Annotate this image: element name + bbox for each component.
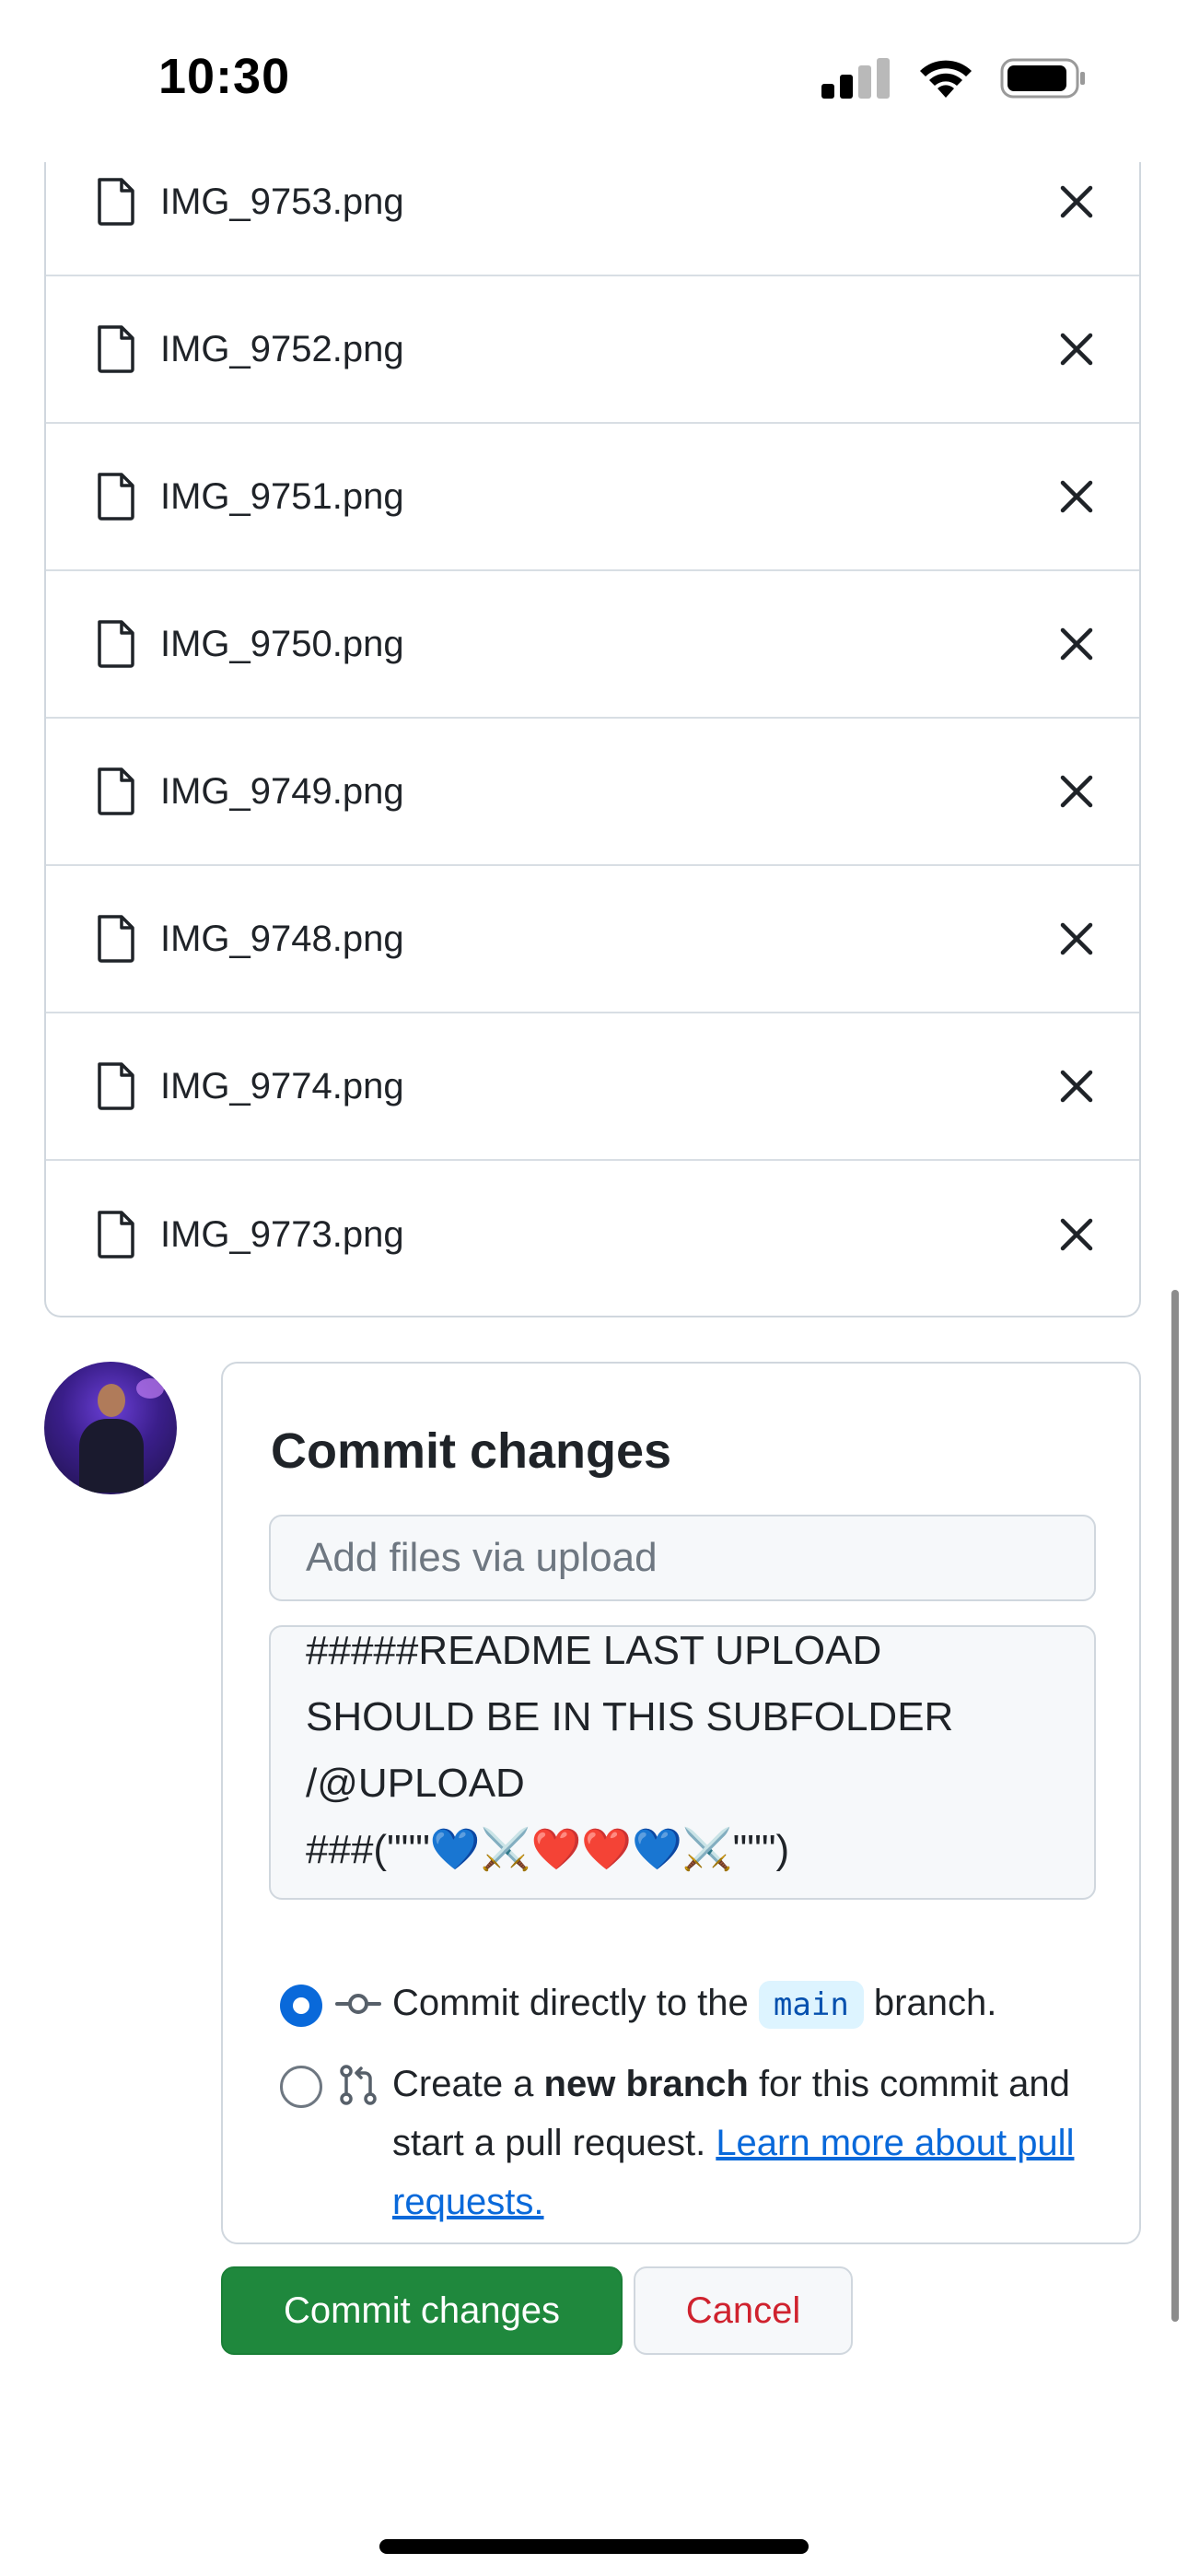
git-pull-request-icon (340, 2065, 377, 2105)
git-commit-icon (335, 1994, 381, 2014)
file-icon (98, 178, 134, 226)
page-scrollbar[interactable] (1171, 1290, 1179, 2322)
commit-direct-suffix: branch. (873, 1983, 997, 2023)
cellular-signal-icon (821, 58, 890, 99)
description-line: /@UPLOAD (306, 1761, 525, 1806)
remove-file-icon[interactable] (1057, 182, 1096, 221)
status-icons (821, 57, 1087, 100)
description-line: ###("""💙⚔️❤️❤️💙⚔️""") (306, 1827, 790, 1872)
avatar-body (79, 1419, 144, 1493)
new-branch-bold: new branch (543, 2064, 749, 2104)
commit-direct-text: Commit directly to the main branch. (392, 1973, 1129, 2034)
commit-direct-option[interactable]: Commit directly to the main branch. (280, 1973, 1109, 2032)
remove-file-icon[interactable] (1057, 919, 1096, 958)
status-time: 10:30 (158, 49, 291, 104)
remove-file-icon[interactable] (1057, 625, 1096, 663)
commit-description-textarea[interactable]: #####README LAST UPLOAD SHOULD BE IN THI… (269, 1625, 1096, 1900)
new-branch-option[interactable]: Create a new branch for this commit and … (280, 2055, 1109, 2239)
file-row: IMG_9751.png (46, 424, 1139, 571)
file-icon (98, 1062, 134, 1110)
file-row: IMG_9774.png (46, 1013, 1139, 1161)
new-branch-prefix: Create a (392, 2064, 534, 2104)
commit-direct-radio[interactable] (280, 1985, 322, 2027)
file-row: IMG_9752.png (46, 276, 1139, 424)
file-row: IMG_9748.png (46, 866, 1139, 1013)
file-name: IMG_9751.png (160, 475, 404, 517)
file-name: IMG_9749.png (160, 770, 404, 812)
description-line: SHOULD BE IN THIS SUBFOLDER (306, 1694, 954, 1739)
battery-icon (1000, 58, 1085, 99)
commit-changes-button[interactable]: Commit changes (221, 2266, 623, 2355)
file-icon (98, 767, 134, 815)
remove-file-icon[interactable] (1057, 477, 1096, 516)
remove-file-icon[interactable] (1057, 772, 1096, 811)
wifi-icon (920, 60, 972, 98)
commit-direct-prefix: Commit directly to the (392, 1983, 749, 2023)
remove-file-icon[interactable] (1057, 1067, 1096, 1106)
branch-name-badge: main (758, 1981, 864, 2029)
commit-title: Commit changes (271, 1423, 672, 1479)
uploaded-files-list: IMG_9753.png IMG_9752.png IMG_9751.png I… (44, 129, 1141, 1317)
file-name: IMG_9748.png (160, 918, 404, 959)
avatar-background-light (136, 1378, 164, 1399)
file-name: IMG_9774.png (160, 1065, 404, 1107)
user-avatar[interactable] (44, 1362, 177, 1494)
file-row: IMG_9773.png (46, 1161, 1139, 1308)
file-icon (98, 620, 134, 668)
commit-changes-panel: Commit changes #####README LAST UPLOAD S… (221, 1362, 1141, 2244)
file-name: IMG_9773.png (160, 1213, 404, 1255)
cancel-button[interactable]: Cancel (634, 2266, 853, 2355)
new-branch-text: Create a new branch for this commit and … (392, 2055, 1129, 2231)
file-name: IMG_9753.png (160, 181, 404, 222)
remove-file-icon[interactable] (1057, 330, 1096, 369)
file-name: IMG_9752.png (160, 328, 404, 369)
avatar-head (98, 1384, 125, 1417)
home-indicator[interactable] (379, 2539, 809, 2554)
file-row: IMG_9750.png (46, 571, 1139, 719)
file-icon (98, 325, 134, 373)
file-name: IMG_9750.png (160, 623, 404, 664)
commit-description-text: #####README LAST UPLOAD SHOULD BE IN THI… (306, 1627, 954, 1883)
new-branch-radio[interactable] (280, 2066, 322, 2108)
file-icon (98, 473, 134, 521)
file-icon (98, 915, 134, 963)
file-icon (98, 1211, 134, 1259)
remove-file-icon[interactable] (1057, 1215, 1096, 1254)
description-line: #####README LAST UPLOAD (306, 1628, 882, 1673)
commit-summary-input[interactable] (269, 1515, 1096, 1601)
status-bar: 10:30 (0, 0, 1188, 162)
file-row: IMG_9749.png (46, 719, 1139, 866)
